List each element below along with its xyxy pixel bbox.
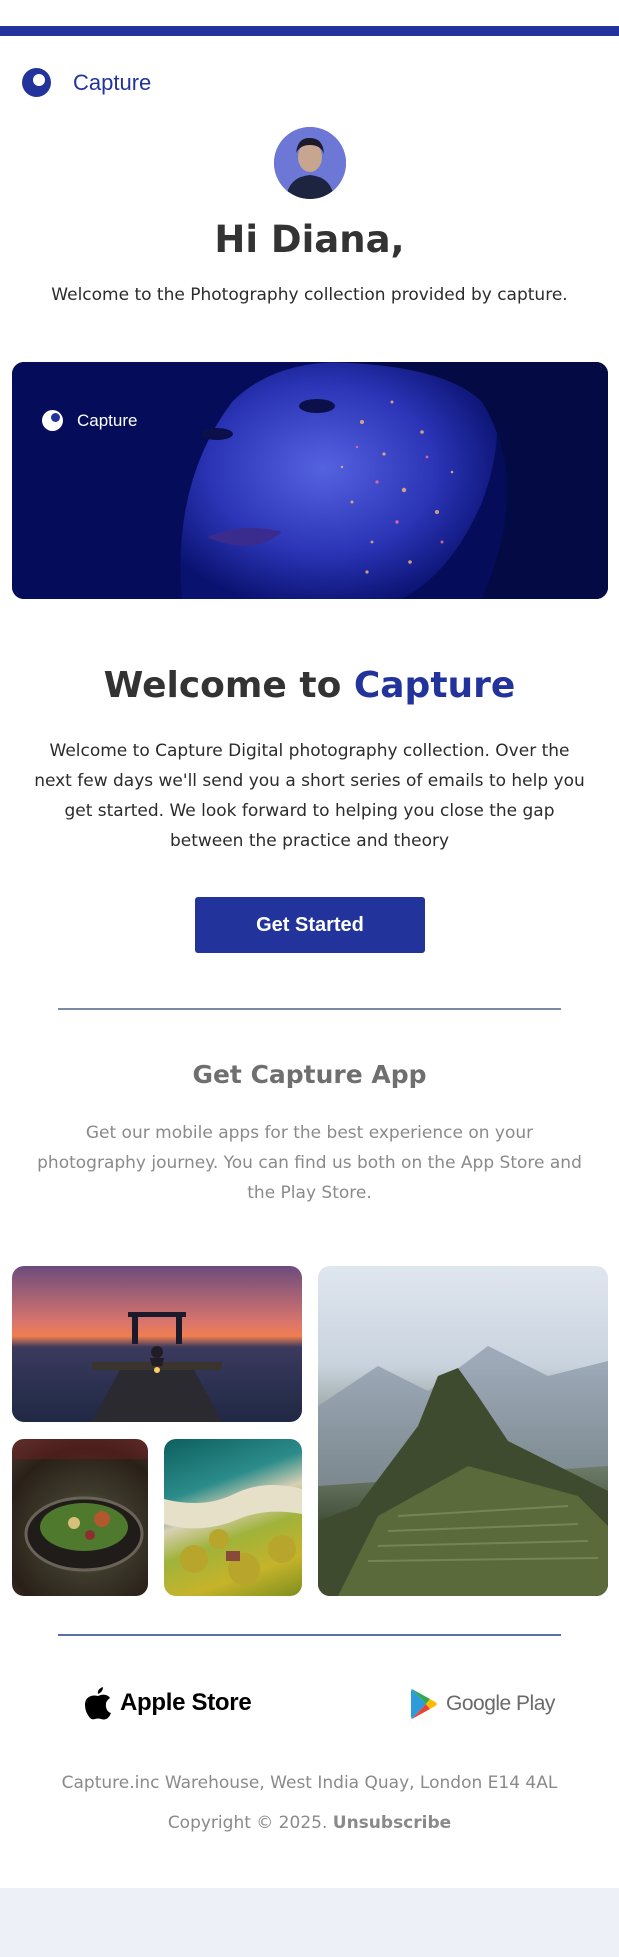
welcome-body-text: Welcome to Capture Digital photography c…	[34, 741, 585, 851]
aerial-coast-photo	[164, 1439, 302, 1596]
salad-bowl-photo	[12, 1439, 148, 1596]
hero-brand-name: Capture	[77, 410, 138, 430]
top-accent-bar	[0, 26, 619, 36]
unsubscribe-link[interactable]: Unsubscribe	[333, 1813, 451, 1833]
divider	[58, 1634, 561, 1636]
footer-address: Capture.inc Warehouse, West India Quay, …	[61, 1773, 558, 1793]
mountain-ruins-photo	[318, 1266, 608, 1596]
apple-store-link[interactable]: Apple Store	[84, 1686, 252, 1720]
email-body: Capture Hi Diana, Welcome to the Photogr…	[0, 0, 619, 1888]
intro-text: Welcome to the Photography collection pr…	[51, 285, 568, 305]
header-brand[interactable]: Capture	[22, 68, 151, 97]
welcome-title: Welcome to Capture	[0, 665, 619, 706]
sunset-pier-photo	[12, 1266, 302, 1422]
apple-icon	[85, 1687, 111, 1720]
welcome-title-accent: Capture	[353, 665, 516, 706]
divider	[58, 1008, 561, 1010]
hero-banner: Capture	[12, 362, 608, 599]
capture-logo-icon	[42, 410, 63, 431]
google-play-link[interactable]: Google Play	[410, 1688, 555, 1720]
get-started-button[interactable]: Get Started	[195, 897, 425, 953]
capture-logo-icon	[22, 68, 51, 97]
footer-copyright: Copyright © 2025. Unsubscribe	[0, 1813, 619, 1833]
apple-store-label: Apple Store	[120, 1689, 252, 1716]
brand-name: Capture	[73, 69, 152, 95]
google-play-label: Google Play	[446, 1692, 555, 1715]
app-section-body: Get our mobile apps for the best experie…	[37, 1123, 582, 1203]
greeting-heading: Hi Diana,	[214, 218, 405, 261]
app-section-title: Get Capture App	[192, 1060, 427, 1089]
google-play-icon	[411, 1689, 437, 1719]
avatar	[274, 127, 346, 199]
welcome-title-prefix: Welcome to	[103, 665, 342, 706]
hero-image	[12, 362, 608, 599]
hero-brand: Capture	[42, 410, 137, 431]
copyright-text: Copyright © 2025.	[167, 1813, 328, 1833]
